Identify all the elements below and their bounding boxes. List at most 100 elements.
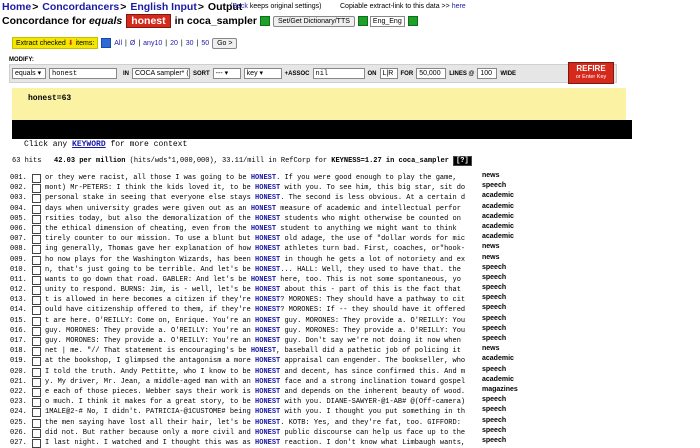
row-checkbox[interactable]	[32, 408, 41, 418]
match-type-select[interactable]: equals ▾	[12, 68, 46, 79]
dictionary-tts-button[interactable]: Set/Get Dictionary/TTS	[272, 15, 355, 27]
keyword-hit[interactable]: HONEST	[255, 296, 280, 304]
row-checkbox[interactable]	[32, 204, 41, 214]
row-checkbox[interactable]	[32, 245, 41, 255]
help-button[interactable]: [?]	[453, 156, 472, 166]
row-checkbox[interactable]	[32, 357, 41, 367]
keyword-hit[interactable]: HONEST	[251, 174, 276, 182]
row-checkbox[interactable]	[32, 306, 41, 316]
keyword-hit[interactable]: HONEST	[251, 205, 276, 213]
row-number: 023.	[10, 398, 27, 407]
row-checkbox[interactable]	[32, 326, 41, 336]
concordance-row: 008. ing generally, Thomas gave her expla…	[10, 242, 700, 255]
title-in: in	[174, 15, 184, 27]
row-context: t are here. O'REILLY: Come on, Enrique. …	[45, 316, 479, 326]
row-checkbox[interactable]	[32, 255, 41, 265]
right-context: ? MORONES: If -- they should have it off…	[280, 306, 466, 315]
keyword-hit[interactable]: HONEST	[255, 419, 280, 427]
title-equals: equals	[88, 15, 123, 27]
for-select[interactable]: 50,000	[416, 68, 447, 79]
keyword-hit[interactable]: HONEST	[255, 398, 280, 406]
keyword-hit[interactable]: HONEST	[255, 317, 280, 325]
breadcrumb-english-input[interactable]: English Input	[130, 1, 197, 13]
keyword-hit[interactable]: HONEST	[255, 266, 280, 274]
left-context: o much. I think it makes for a great sto…	[45, 398, 256, 407]
side-select[interactable]: L|R	[379, 68, 398, 79]
keyword-hit[interactable]: HONEST	[251, 276, 276, 284]
left-context: guy. MORONES: They provide a. O'REILLY: …	[45, 337, 256, 345]
genre-tag: magazines	[481, 384, 519, 396]
extract-50-link[interactable]: 50	[201, 40, 209, 47]
extract-none-link[interactable]: Ø	[130, 40, 135, 47]
keyword-hit[interactable]: HONEST	[255, 388, 280, 396]
row-checkbox[interactable]	[32, 387, 41, 397]
breadcrumb-concordancers[interactable]: Concordancers	[42, 1, 119, 13]
keyword-hit[interactable]: HONEST	[255, 357, 280, 365]
keyword-hit[interactable]: HONEST	[255, 215, 280, 223]
row-checkbox[interactable]	[32, 194, 41, 204]
sort-prefix-select[interactable]: --- ▾	[212, 68, 241, 79]
row-checkbox[interactable]	[32, 438, 41, 448]
concordance-row: 012. unity to respond. BURNS: Jim, is - w…	[10, 283, 700, 296]
keyword-hit[interactable]: HONEST	[255, 429, 280, 437]
sort-key-select[interactable]: key ▾	[243, 68, 282, 79]
left-context: ould have citizenship offered to them, i…	[45, 306, 256, 315]
stats-rest: (hits/wds*1,000,000), 33.11/mill in RefC…	[129, 157, 328, 165]
keyword-hit[interactable]: HONEST	[255, 184, 280, 192]
back-link[interactable]: Back	[232, 3, 248, 10]
keyword-hit[interactable]: HONEST	[255, 245, 280, 253]
row-checkbox[interactable]	[32, 174, 41, 183]
concordance-row: 024. 1MALE@2-# No, I didn't. PATRICIA-@1C…	[10, 405, 700, 418]
row-checkbox[interactable]	[32, 398, 41, 408]
keyword-link[interactable]: KEYWORD	[72, 140, 106, 149]
genre-tag: academic	[481, 191, 515, 202]
row-checkbox[interactable]	[32, 428, 41, 438]
keyword-hit[interactable]: HONEST	[251, 347, 276, 355]
row-checkbox[interactable]	[32, 224, 41, 234]
keyword-hit[interactable]: HONEST	[255, 235, 280, 243]
row-checkbox[interactable]	[32, 337, 41, 346]
genre-tag: news	[481, 242, 501, 253]
keyword-hit[interactable]: HONEST	[255, 368, 280, 376]
keyword-hit[interactable]: HONEST	[251, 225, 276, 233]
language-select[interactable]: Eng_Eng	[369, 15, 405, 27]
keyword-hit[interactable]: HONEST	[255, 286, 280, 294]
refire-button[interactable]: REFIRE or Enter Key	[568, 62, 614, 84]
assoc-input[interactable]: nil	[312, 68, 365, 79]
row-context: ho now plays for the Washington Wizards,…	[45, 255, 479, 265]
keyword-hit[interactable]: HONEST	[255, 378, 280, 386]
concordance-row: 013. t is allowed in here becomes a citiz…	[10, 293, 700, 306]
row-checkbox[interactable]	[32, 316, 41, 326]
keyword-hit[interactable]: HONEST	[255, 408, 280, 416]
row-checkbox[interactable]	[32, 367, 41, 377]
row-checkbox[interactable]	[32, 275, 41, 285]
lines-select[interactable]: 100	[477, 68, 498, 79]
select-all-checkbox[interactable]	[101, 38, 112, 48]
row-checkbox[interactable]	[32, 286, 41, 296]
keyword-hit[interactable]: HONEST	[255, 256, 280, 264]
keyword-hit[interactable]: HONEST	[255, 337, 280, 345]
breadcrumb-home[interactable]: Home	[2, 1, 31, 13]
row-checkbox[interactable]	[32, 235, 41, 245]
keyword-hit[interactable]: HONEST	[255, 327, 280, 335]
row-checkbox[interactable]	[32, 377, 41, 387]
row-checkbox[interactable]	[32, 265, 41, 275]
extract-any10-link[interactable]: any10	[143, 40, 162, 47]
genre-tag: academic	[481, 211, 515, 222]
extract-30-link[interactable]: 30	[186, 40, 194, 47]
go-button[interactable]: Go >	[212, 37, 238, 49]
row-checkbox[interactable]	[32, 347, 41, 357]
copy-link[interactable]: here	[452, 3, 466, 10]
word-input[interactable]: honest	[49, 68, 117, 79]
extract-20-link[interactable]: 20	[170, 40, 178, 47]
keyword-hit[interactable]: HONEST	[255, 194, 280, 202]
row-checkbox[interactable]	[32, 214, 41, 224]
row-checkbox[interactable]	[32, 296, 41, 306]
row-context: personal stake in seeing that everyone e…	[45, 193, 479, 203]
extract-all-link[interactable]: All	[114, 40, 122, 47]
row-checkbox[interactable]	[32, 418, 41, 428]
keyword-hit[interactable]: HONEST	[255, 306, 280, 314]
row-checkbox[interactable]	[32, 184, 41, 194]
corpus-select[interactable]: COCA sampler* (	[132, 68, 190, 79]
sort-label: SORT	[193, 70, 210, 77]
